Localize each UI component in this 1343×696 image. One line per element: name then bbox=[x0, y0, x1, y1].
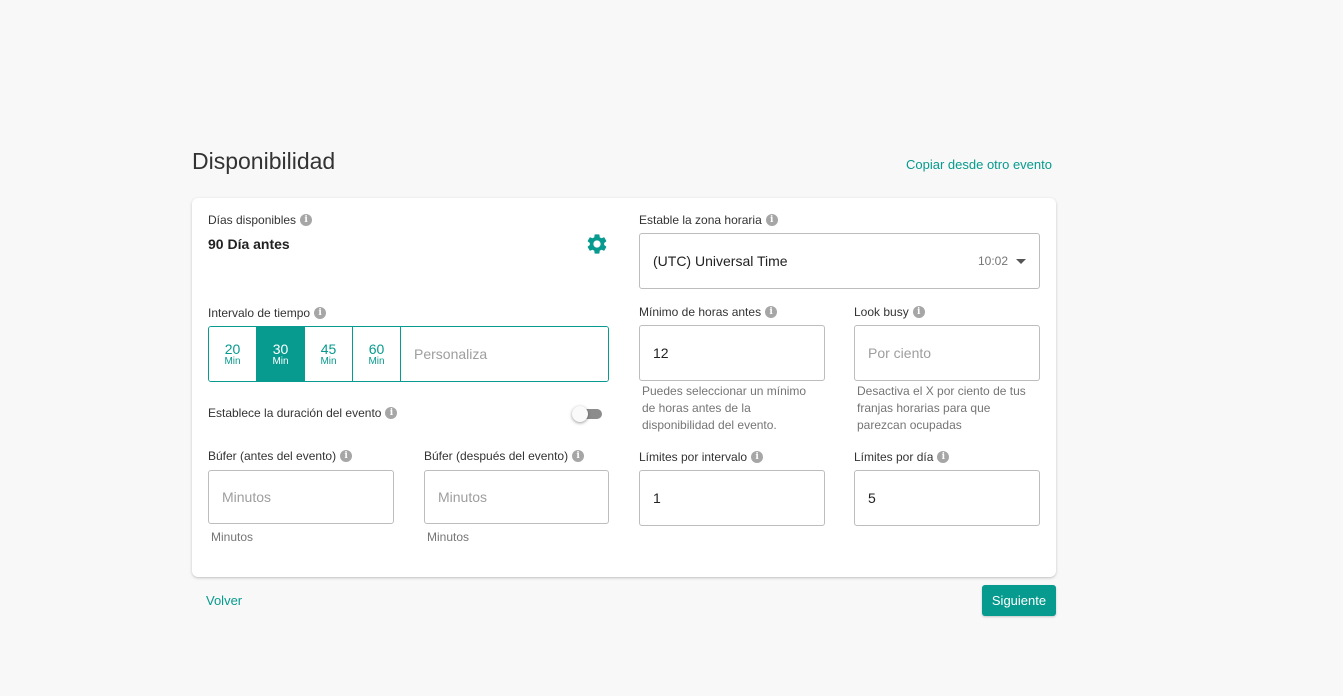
interval-option-30[interactable]: 30 Min bbox=[257, 327, 305, 381]
limit-day-label-text: Límites por día bbox=[854, 450, 934, 464]
look-busy-input[interactable] bbox=[868, 345, 1026, 361]
min-hours-helper: Puedes seleccionar un mínimo de horas an… bbox=[642, 384, 807, 432]
available-days-label: Días disponibles i bbox=[208, 213, 313, 227]
info-icon[interactable]: i bbox=[765, 214, 778, 226]
min-hours-field bbox=[639, 325, 825, 381]
interval-unit: Min bbox=[368, 355, 385, 367]
next-button[interactable]: Siguiente bbox=[982, 585, 1056, 616]
duration-label-text: Establece la duración del evento bbox=[208, 406, 382, 420]
copy-from-event-link[interactable]: Copiar desde otro evento bbox=[906, 157, 1052, 172]
info-icon[interactable]: i bbox=[765, 306, 778, 318]
interval-option-45[interactable]: 45 Min bbox=[305, 327, 353, 381]
interval-unit: Min bbox=[272, 355, 289, 367]
interval-number: 30 bbox=[272, 340, 289, 357]
info-icon[interactable]: i bbox=[937, 451, 950, 463]
gear-icon[interactable] bbox=[585, 232, 609, 256]
limit-interval-input[interactable] bbox=[653, 490, 811, 506]
buffer-before-label-text: Búfer (antes del evento) bbox=[208, 449, 337, 463]
buffer-after-field bbox=[424, 470, 609, 524]
limit-day-label: Límites por día i bbox=[854, 450, 950, 464]
limit-day-field bbox=[854, 470, 1040, 526]
back-link[interactable]: Volver bbox=[206, 593, 242, 608]
buffer-after-input[interactable] bbox=[438, 489, 595, 505]
buffer-before-field bbox=[208, 470, 394, 524]
timezone-label-text: Estable la zona horaria bbox=[639, 213, 762, 227]
look-busy-field bbox=[854, 325, 1040, 381]
availability-card: Días disponibles i 90 Día antes Estable … bbox=[192, 198, 1056, 577]
available-days-value: 90 Día antes bbox=[208, 236, 290, 252]
interval-label-text: Intervalo de tiempo bbox=[208, 306, 311, 320]
timezone-select[interactable]: (UTC) Universal Time 10:02 bbox=[639, 233, 1040, 289]
interval-label: Intervalo de tiempo i bbox=[208, 306, 327, 320]
buffer-before-label: Búfer (antes del evento) i bbox=[208, 449, 353, 463]
timezone-value: (UTC) Universal Time bbox=[653, 253, 788, 269]
look-busy-label-text: Look busy bbox=[854, 305, 909, 319]
interval-number: 20 bbox=[224, 340, 241, 357]
info-icon[interactable]: i bbox=[300, 214, 313, 226]
timezone-time: 10:02 bbox=[977, 254, 1008, 268]
toggle-thumb bbox=[572, 406, 588, 422]
look-busy-label: Look busy i bbox=[854, 305, 925, 319]
available-days-label-text: Días disponibles bbox=[208, 213, 297, 227]
look-busy-helper: Desactiva el X por ciento de tus franjas… bbox=[857, 384, 1026, 432]
duration-label: Establece la duración del evento i bbox=[208, 406, 398, 420]
buffer-before-input[interactable] bbox=[222, 489, 380, 505]
buffer-after-label-text: Búfer (después del evento) bbox=[424, 449, 569, 463]
min-hours-label-text: Mínimo de horas antes bbox=[639, 305, 762, 319]
limit-interval-label: Límites por intervalo i bbox=[639, 450, 764, 464]
duration-toggle[interactable] bbox=[572, 406, 602, 422]
interval-option-20[interactable]: 20 Min bbox=[209, 327, 257, 381]
buffer-after-label: Búfer (después del evento) i bbox=[424, 449, 585, 463]
page-title: Disponibilidad bbox=[192, 148, 336, 174]
interval-number: 45 bbox=[320, 340, 337, 357]
info-icon[interactable]: i bbox=[572, 450, 585, 462]
caret-down-icon bbox=[1016, 258, 1026, 264]
limit-interval-field bbox=[639, 470, 825, 526]
interval-number: 60 bbox=[368, 340, 385, 357]
info-icon[interactable]: i bbox=[751, 451, 764, 463]
interval-options: 20 Min 30 Min 45 Min 60 Min bbox=[208, 326, 609, 382]
info-icon[interactable]: i bbox=[385, 407, 398, 419]
info-icon[interactable]: i bbox=[314, 307, 327, 319]
info-icon[interactable]: i bbox=[912, 306, 925, 318]
info-icon[interactable]: i bbox=[340, 450, 353, 462]
interval-unit: Min bbox=[320, 355, 337, 367]
interval-unit: Min bbox=[224, 355, 241, 367]
min-hours-label: Mínimo de horas antes i bbox=[639, 305, 778, 319]
buffer-after-helper: Minutos bbox=[427, 530, 470, 544]
interval-custom-input[interactable] bbox=[401, 327, 608, 381]
limit-day-input[interactable] bbox=[868, 490, 1026, 506]
timezone-label: Estable la zona horaria i bbox=[639, 213, 778, 227]
min-hours-input[interactable] bbox=[653, 345, 811, 361]
interval-option-60[interactable]: 60 Min bbox=[353, 327, 401, 381]
buffer-before-helper: Minutos bbox=[211, 530, 254, 544]
limit-interval-label-text: Límites por intervalo bbox=[639, 450, 748, 464]
timezone-right: 10:02 bbox=[978, 254, 1026, 268]
